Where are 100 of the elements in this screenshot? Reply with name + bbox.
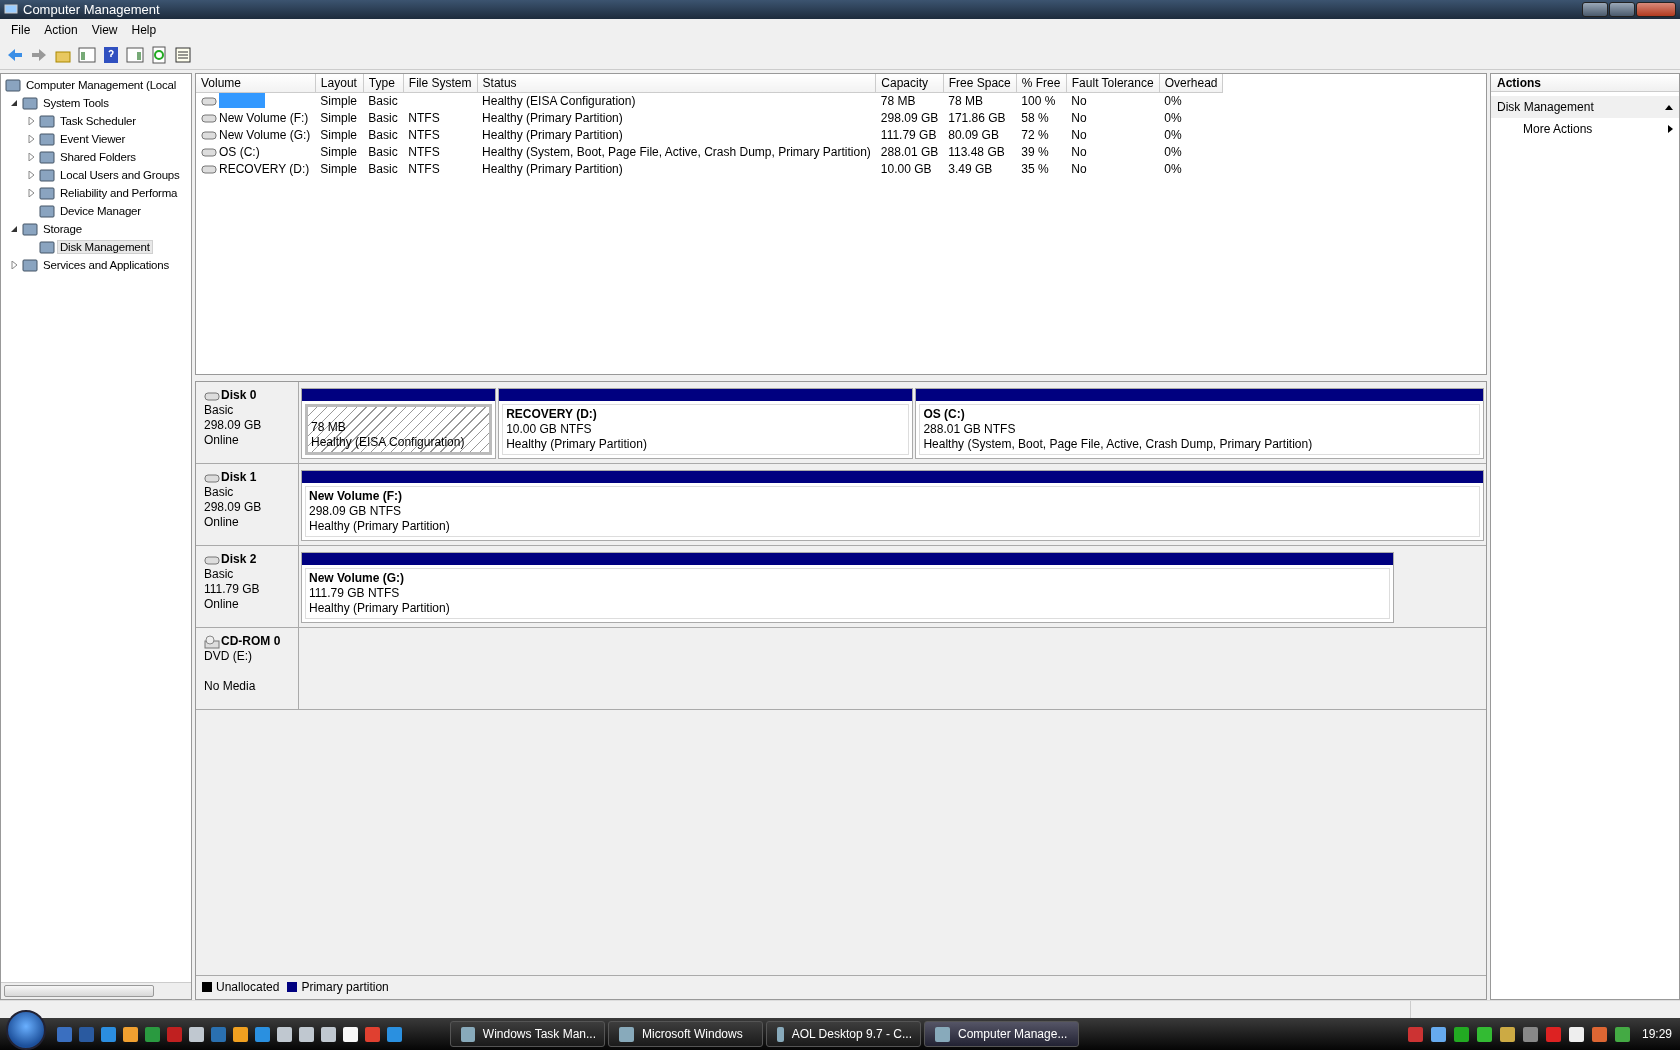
tray-icon[interactable] [1568, 1026, 1584, 1042]
partition-info: 10.00 GB NTFS [506, 422, 593, 437]
quick-launch-icon[interactable] [321, 1026, 336, 1042]
horizontal-scrollbar[interactable] [1, 982, 191, 999]
disk-name: Disk 1 [221, 470, 257, 485]
tree-item[interactable]: Computer Management (Local [23, 78, 180, 92]
legend-label: Primary partition [301, 979, 389, 994]
partition[interactable]: RECOVERY (D:) 10.00 GB NTFS Healthy (Primary Partition) [498, 388, 914, 459]
table-cell-text: Simple [319, 109, 359, 126]
tree-item[interactable]: Storage [40, 222, 85, 236]
table-cell-text: 10.00 GB [879, 160, 933, 177]
app-icon [461, 1026, 475, 1042]
tray-icon[interactable] [1499, 1026, 1515, 1042]
table-cell-text: 298.09 GB [879, 109, 940, 126]
table-cell-text: NTFS [407, 109, 441, 126]
action-link[interactable]: More Actions [1491, 118, 1679, 140]
table-cell-text: NTFS [407, 143, 441, 160]
selection-highlight[interactable] [219, 93, 265, 109]
expand-arrow-icon[interactable] [27, 153, 35, 161]
partition-info: 288.01 GB NTFS [923, 422, 1017, 437]
pane-icon[interactable] [126, 46, 144, 64]
expand-arrow-icon[interactable] [27, 135, 35, 143]
tree-item[interactable]: Disk Management [57, 240, 153, 254]
column-header[interactable]: Status [477, 74, 876, 92]
column-header[interactable]: % Free [1016, 74, 1067, 92]
cd-drive-icon [204, 634, 220, 649]
tree-item[interactable]: Shared Folders [57, 150, 139, 164]
column-header[interactable]: File System [403, 74, 478, 92]
folder-icon [39, 131, 55, 147]
table-cell: New Volume (F:) [219, 110, 309, 125]
quick-launch-icon[interactable] [189, 1026, 204, 1042]
menu-item[interactable]: File [4, 21, 38, 39]
disk-info: Basic [204, 403, 234, 417]
collapse-arrow-icon[interactable] [10, 225, 18, 233]
taskbar-button[interactable]: Windows Task Man... [450, 1021, 605, 1047]
pane-icon[interactable] [78, 46, 96, 64]
tray-icon[interactable] [1476, 1026, 1492, 1042]
expand-arrow-icon[interactable] [27, 171, 35, 179]
column-header[interactable]: Layout [315, 74, 364, 92]
start-button[interactable] [6, 1010, 46, 1050]
table-cell-text: 113.48 GB [947, 143, 1006, 160]
folder-icon [5, 77, 21, 93]
folder-icon [39, 239, 55, 255]
tree-item[interactable]: Services and Applications [40, 258, 173, 272]
quick-launch-icon[interactable] [299, 1026, 314, 1042]
tree-item[interactable]: Reliability and Performa [57, 186, 181, 200]
column-header[interactable]: Fault Tolerance [1066, 74, 1160, 92]
table-cell-text: Basic [367, 143, 399, 160]
menu-item[interactable]: Action [37, 21, 85, 39]
table-cell-text: Simple [319, 160, 359, 177]
column-header[interactable]: Overhead [1159, 74, 1223, 92]
drive-icon [201, 146, 217, 157]
refresh-icon[interactable] [150, 46, 168, 64]
tree-item[interactable]: Task Scheduler [57, 114, 139, 128]
actions-section[interactable]: Disk Management [1491, 96, 1679, 118]
menu-item[interactable]: Help [124, 21, 164, 39]
disk-info: Basic [204, 567, 234, 581]
taskbar-button[interactable]: Microsoft Windows [608, 1021, 763, 1047]
back-arrow-icon[interactable] [6, 46, 24, 64]
tray-icon[interactable] [1430, 1026, 1446, 1042]
partition[interactable]: New Volume (G:) 111.79 GB NTFS Healthy (Primary Partition) [301, 552, 1394, 623]
tree-item[interactable]: Event Viewer [57, 132, 129, 146]
tree-item[interactable]: Local Users and Groups [57, 168, 183, 182]
maximize-button[interactable] [1609, 2, 1635, 17]
menu-item[interactable]: View [84, 21, 125, 39]
quick-launch-icon[interactable] [233, 1026, 248, 1042]
quick-launch-icon[interactable] [123, 1026, 138, 1042]
quick-launch-icon[interactable] [343, 1026, 358, 1042]
table-cell-text: No [1070, 160, 1088, 177]
column-header[interactable]: Volume [196, 74, 316, 92]
partition-info: 298.09 GB NTFS [309, 504, 403, 519]
partition[interactable]: 78 MB Healthy (EISA Configuration) [301, 388, 497, 459]
column-header[interactable]: Capacity [875, 74, 944, 92]
collapse-arrow-icon[interactable] [10, 99, 18, 107]
disk-name: CD-ROM 0 [221, 634, 281, 649]
tray-icon[interactable] [1614, 1026, 1630, 1042]
help-icon[interactable] [102, 46, 120, 64]
collapse-arrow-icon [1665, 104, 1673, 110]
forward-arrow-icon[interactable] [30, 46, 48, 64]
column-header[interactable]: Free Space [943, 74, 1017, 92]
folder-icon [22, 221, 38, 237]
tree-item[interactable]: System Tools [40, 96, 112, 110]
expand-arrow-icon[interactable] [27, 189, 35, 197]
table-cell-text: Simple [319, 143, 359, 160]
partition[interactable]: OS (C:) 288.01 GB NTFS Healthy (System, Boot, Page File, Active, Crash Dump, Primary Partition) [915, 388, 1484, 459]
quick-launch-icon[interactable] [277, 1026, 292, 1042]
tree-item[interactable]: Device Manager [57, 204, 144, 218]
folder-icon [39, 167, 55, 183]
partition[interactable]: New Volume (F:) 298.09 GB NTFS Healthy (Primary Partition) [301, 470, 1484, 541]
close-button[interactable] [1636, 2, 1676, 17]
taskbar-button[interactable]: Computer Manage... [924, 1021, 1079, 1047]
minimize-button[interactable] [1582, 2, 1608, 17]
properties-icon[interactable] [174, 46, 192, 64]
partition-title: RECOVERY (D:) [506, 407, 598, 422]
taskbar-button[interactable]: AOL Desktop 9.7 - C... [766, 1021, 921, 1047]
expand-arrow-icon[interactable] [27, 117, 35, 125]
expand-arrow-icon[interactable] [10, 261, 18, 269]
column-header[interactable]: Type [363, 74, 404, 92]
table-cell-text: Simple [319, 126, 359, 143]
table-cell-text: No [1070, 109, 1088, 126]
